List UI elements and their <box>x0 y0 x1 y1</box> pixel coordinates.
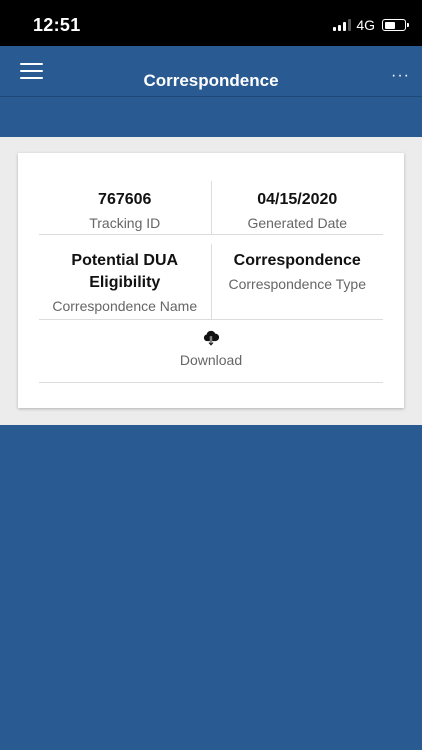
tracking-id-label: Tracking ID <box>89 215 161 231</box>
page-title: Correspondence <box>143 71 279 90</box>
card-row-tracking: 767606 Tracking ID 04/15/2020 Generated … <box>39 181 383 235</box>
status-indicators: 4G <box>333 17 409 33</box>
subheader-band <box>0 97 422 137</box>
generated-date-label: Generated Date <box>247 215 348 231</box>
tracking-id-value: 767606 <box>98 191 152 208</box>
generated-date-value: 04/15/2020 <box>257 191 338 208</box>
correspondence-type-value: Correspondence <box>233 252 361 269</box>
network-type: 4G <box>356 17 375 33</box>
generated-date-cell: 04/15/2020 Generated Date <box>212 181 384 234</box>
correspondence-name-value: Potential DUA Eligibility <box>71 252 179 291</box>
download-button[interactable]: Download <box>39 328 383 383</box>
correspondence-name-cell: Potential DUA Eligibility Correspondence… <box>39 244 212 319</box>
battery-icon <box>382 19 409 31</box>
download-label[interactable]: Download <box>39 352 383 368</box>
battery-level-fill <box>384 21 395 29</box>
cellular-signal-icon <box>333 19 352 31</box>
content-area: 767606 Tracking ID 04/15/2020 Generated … <box>0 137 422 425</box>
app-header: Correspondence ··· <box>0 46 422 97</box>
status-bar: 12:51 4G <box>0 0 422 46</box>
status-time: 12:51 <box>33 15 81 35</box>
correspondence-type-cell: Correspondence Correspondence Type <box>212 244 384 319</box>
correspondence-type-label: Correspondence Type <box>228 276 367 292</box>
tracking-id-cell: 767606 Tracking ID <box>39 181 212 234</box>
card-row-correspondence: Potential DUA Eligibility Correspondence… <box>39 244 383 320</box>
correspondence-card: 767606 Tracking ID 04/15/2020 Generated … <box>18 153 404 408</box>
more-options-icon[interactable]: ··· <box>391 68 410 84</box>
correspondence-name-label: Correspondence Name <box>52 298 198 314</box>
cloud-download-icon[interactable] <box>202 328 220 346</box>
